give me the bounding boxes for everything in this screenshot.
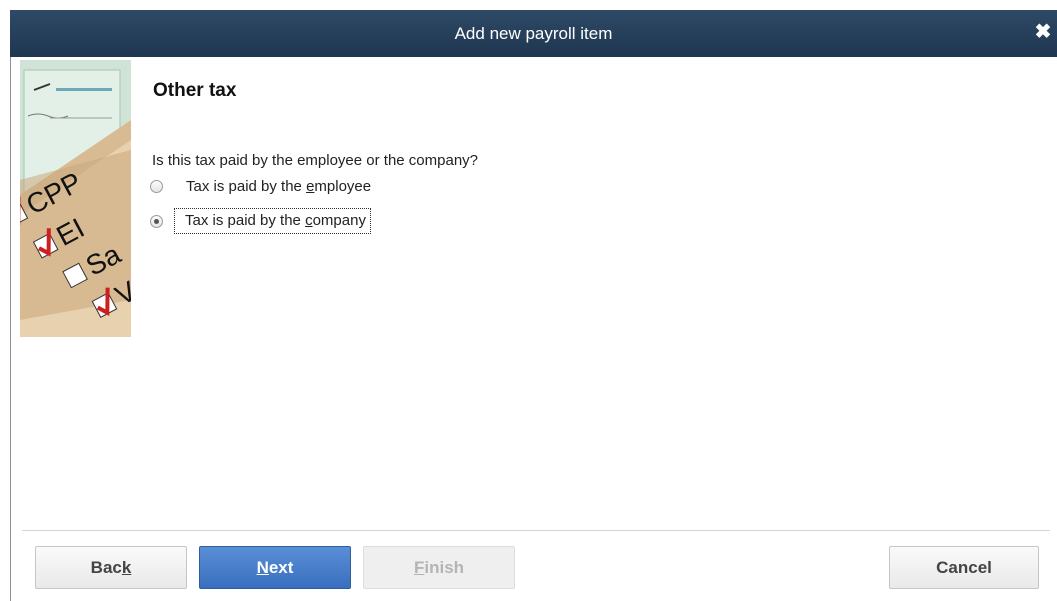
- back-button[interactable]: Bac k: [35, 546, 187, 589]
- window-border: [10, 57, 11, 601]
- close-icon[interactable]: ✖: [1033, 20, 1053, 44]
- company-radio[interactable]: [150, 214, 163, 228]
- next-button[interactable]: Next: [199, 546, 351, 589]
- page-title: Other tax: [153, 80, 237, 101]
- radio-selected-dot: [154, 218, 159, 224]
- employee-option-label[interactable]: Tax is paid by the employee: [186, 178, 371, 195]
- employee-radio[interactable]: [150, 180, 163, 193]
- cancel-button[interactable]: Cancel: [889, 546, 1039, 589]
- option-company-row[interactable]: Tax is paid by the company: [150, 208, 371, 234]
- payroll-illustration: CPP EI Sa V: [20, 60, 131, 337]
- company-option-label[interactable]: Tax is paid by the company: [174, 208, 371, 234]
- window-title: Add new payroll item: [454, 24, 613, 43]
- footer-divider: [22, 530, 1050, 531]
- payroll-illustration-image: CPP EI Sa V: [20, 60, 131, 337]
- tax-question: Is this tax paid by the employee or the …: [152, 152, 479, 169]
- option-employee-row[interactable]: Tax is paid by the employee: [150, 178, 371, 195]
- title-bar: Add new payroll item ✖: [10, 10, 1057, 57]
- finish-button[interactable]: Finish: [363, 546, 515, 589]
